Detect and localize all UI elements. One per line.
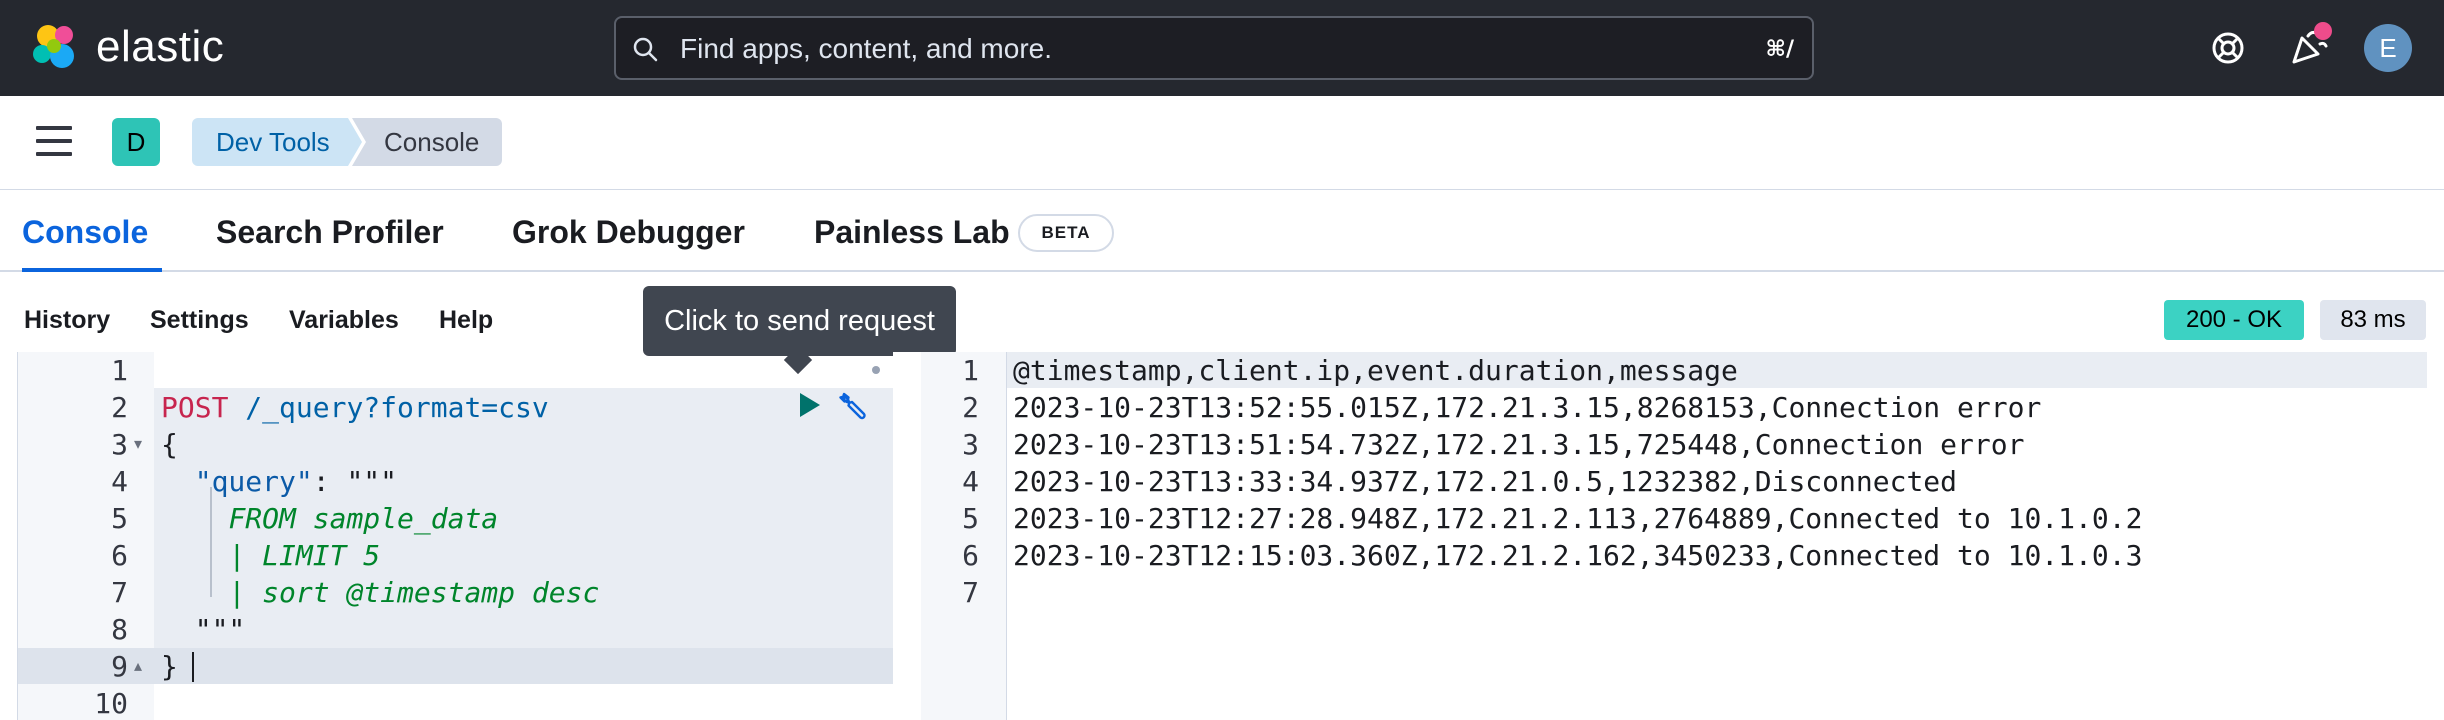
logo-text: elastic [96, 22, 225, 71]
line-number: 3 [111, 428, 128, 461]
search-icon [633, 37, 658, 62]
esql-text: | sort @timestamp desc [228, 576, 600, 609]
top-header: elastic ⌘/ E [0, 0, 2444, 96]
tab-active-indicator [22, 268, 162, 272]
fold-caret-down-icon[interactable]: ▾ [134, 426, 142, 463]
user-avatar[interactable]: E [2364, 24, 2412, 72]
nav-bar: D Dev Tools Console [0, 96, 2444, 190]
request-editor[interactable]: 1 2 3 4 5 6 7 8 9 10 ▾ ▴ POST /_query?fo… [17, 352, 894, 720]
breadcrumb-dev-tools[interactable]: Dev Tools [192, 118, 362, 166]
esql-text: | LIMIT 5 [228, 539, 381, 572]
esql-text: FROM sample_data [228, 502, 499, 535]
code-line-3: { [161, 428, 178, 461]
help-icon[interactable] [2204, 24, 2252, 72]
breadcrumb-console: Console [352, 118, 502, 166]
code-line-8: """ [161, 611, 246, 648]
line-number: 6 [962, 539, 979, 572]
json-punct: """ [194, 613, 246, 646]
history-button[interactable]: History [24, 304, 110, 336]
request-url: /_query?format=csv [245, 391, 549, 424]
notification-dot [2314, 22, 2332, 40]
line-number: 1 [962, 354, 979, 387]
code-line-4: "query": """ [161, 463, 397, 500]
help-button[interactable]: Help [439, 304, 493, 336]
code-line-7: | sort @timestamp desc [161, 574, 599, 611]
play-icon[interactable] [794, 390, 824, 420]
line-number: 2 [111, 391, 128, 424]
variables-button[interactable]: Variables [289, 304, 399, 336]
duration-badge: 83 ms [2320, 300, 2426, 340]
line-number: 5 [111, 502, 128, 535]
text-cursor [192, 652, 194, 682]
menu-icon[interactable] [36, 126, 72, 156]
search-input[interactable] [680, 28, 1700, 70]
output-line: 2023-10-23T13:51:54.732Z,172.21.3.15,725… [1013, 428, 2025, 461]
json-punct: : """ [312, 465, 398, 498]
code-line-6: | LIMIT 5 [161, 537, 380, 574]
tab-grok-debugger[interactable]: Grok Debugger [512, 212, 745, 252]
tab-search-profiler[interactable]: Search Profiler [216, 212, 444, 252]
output-line: 2023-10-23T13:52:55.015Z,172.21.3.15,826… [1013, 391, 2042, 424]
beta-badge: BETA [1018, 214, 1114, 252]
line-number: 9 [111, 650, 128, 683]
global-search[interactable]: ⌘/ [614, 16, 1814, 80]
output-line: @timestamp,client.ip,event.duration,mess… [1013, 354, 1738, 387]
line-number: 7 [962, 576, 979, 609]
line-number: 6 [111, 539, 128, 572]
space-avatar[interactable]: D [112, 118, 160, 166]
json-key: "query" [194, 465, 313, 498]
line-number: 5 [962, 502, 979, 535]
search-shortcut: ⌘/ [1765, 37, 1794, 62]
line-number: 10 [94, 687, 128, 720]
line-number: 7 [111, 576, 128, 609]
code-line-9: } [161, 650, 178, 683]
line-number: 3 [962, 428, 979, 461]
fold-caret-up-icon[interactable]: ▴ [134, 648, 142, 685]
send-request-tooltip: Click to send request [643, 286, 956, 356]
output-line: 2023-10-23T13:33:34.937Z,172.21.0.5,1232… [1013, 465, 1958, 498]
line-number: 4 [111, 465, 128, 498]
wrench-icon[interactable] [836, 388, 870, 422]
line-number: 1 [111, 354, 128, 387]
line-number: 4 [962, 465, 979, 498]
code-line-2: POST /_query?format=csv [161, 389, 549, 426]
active-line [18, 648, 894, 684]
devtools-tabs: Console Search Profiler Grok Debugger Pa… [0, 190, 2444, 272]
dot-marker-icon [872, 366, 880, 374]
tab-painless-lab[interactable]: Painless Lab [814, 212, 1010, 252]
tab-console[interactable]: Console [22, 212, 148, 252]
line-number: 8 [111, 613, 128, 646]
line-number: 2 [962, 391, 979, 424]
output-line: 2023-10-23T12:15:03.360Z,172.21.2.162,34… [1013, 539, 2143, 572]
settings-button[interactable]: Settings [150, 304, 249, 336]
panel-resize-handle[interactable] [893, 352, 921, 720]
indent-guide [210, 487, 212, 597]
status-badge: 200 - OK [2164, 300, 2304, 340]
output-line: 2023-10-23T12:27:28.948Z,172.21.2.113,27… [1013, 502, 2143, 535]
response-output[interactable]: 1 2 3 4 5 6 7 @timestamp,client.ip,event… [921, 352, 2427, 720]
elastic-logo-icon[interactable] [28, 20, 82, 74]
http-method: POST [161, 391, 229, 424]
